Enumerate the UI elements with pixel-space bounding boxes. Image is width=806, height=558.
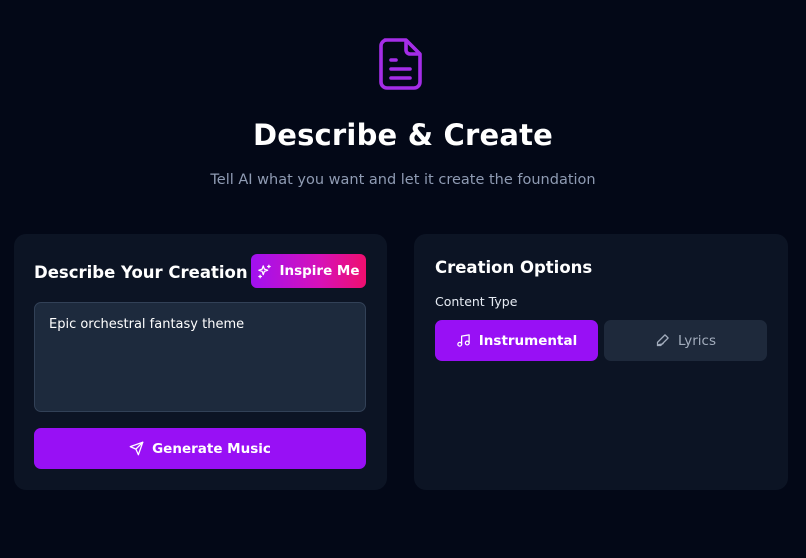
generate-music-label: Generate Music — [152, 440, 271, 457]
music-note-icon — [456, 333, 471, 348]
page-title: Describe & Create — [252, 118, 554, 152]
inspire-me-label: Inspire Me — [279, 263, 360, 279]
sparkles-icon — [257, 264, 272, 279]
content-type-lyrics-button[interactable]: Lyrics — [604, 320, 767, 361]
description-input[interactable]: Epic orchestral fantasy theme — [34, 302, 366, 412]
document-icon — [379, 38, 422, 90]
creation-options-card: Creation Options Content Type Instrument… — [414, 234, 788, 490]
lyrics-label: Lyrics — [677, 332, 717, 349]
pen-icon — [655, 333, 670, 348]
inspire-me-button[interactable]: Inspire Me — [251, 254, 366, 288]
describe-card: Describe Your Creation Inspire Me Epic o… — [14, 234, 387, 490]
generate-music-button[interactable]: Generate Music — [34, 428, 366, 469]
page: Describe & Create Tell AI what you want … — [0, 0, 806, 558]
send-icon — [129, 441, 144, 456]
page-subtitle: Tell AI what you want and let it create … — [210, 172, 596, 188]
instrumental-label: Instrumental — [478, 332, 578, 349]
content-type-instrumental-button[interactable]: Instrumental — [435, 320, 598, 361]
describe-card-title: Describe Your Creation — [34, 263, 248, 282]
creation-options-title: Creation Options — [435, 258, 593, 277]
content-type-label: Content Type — [435, 294, 518, 309]
